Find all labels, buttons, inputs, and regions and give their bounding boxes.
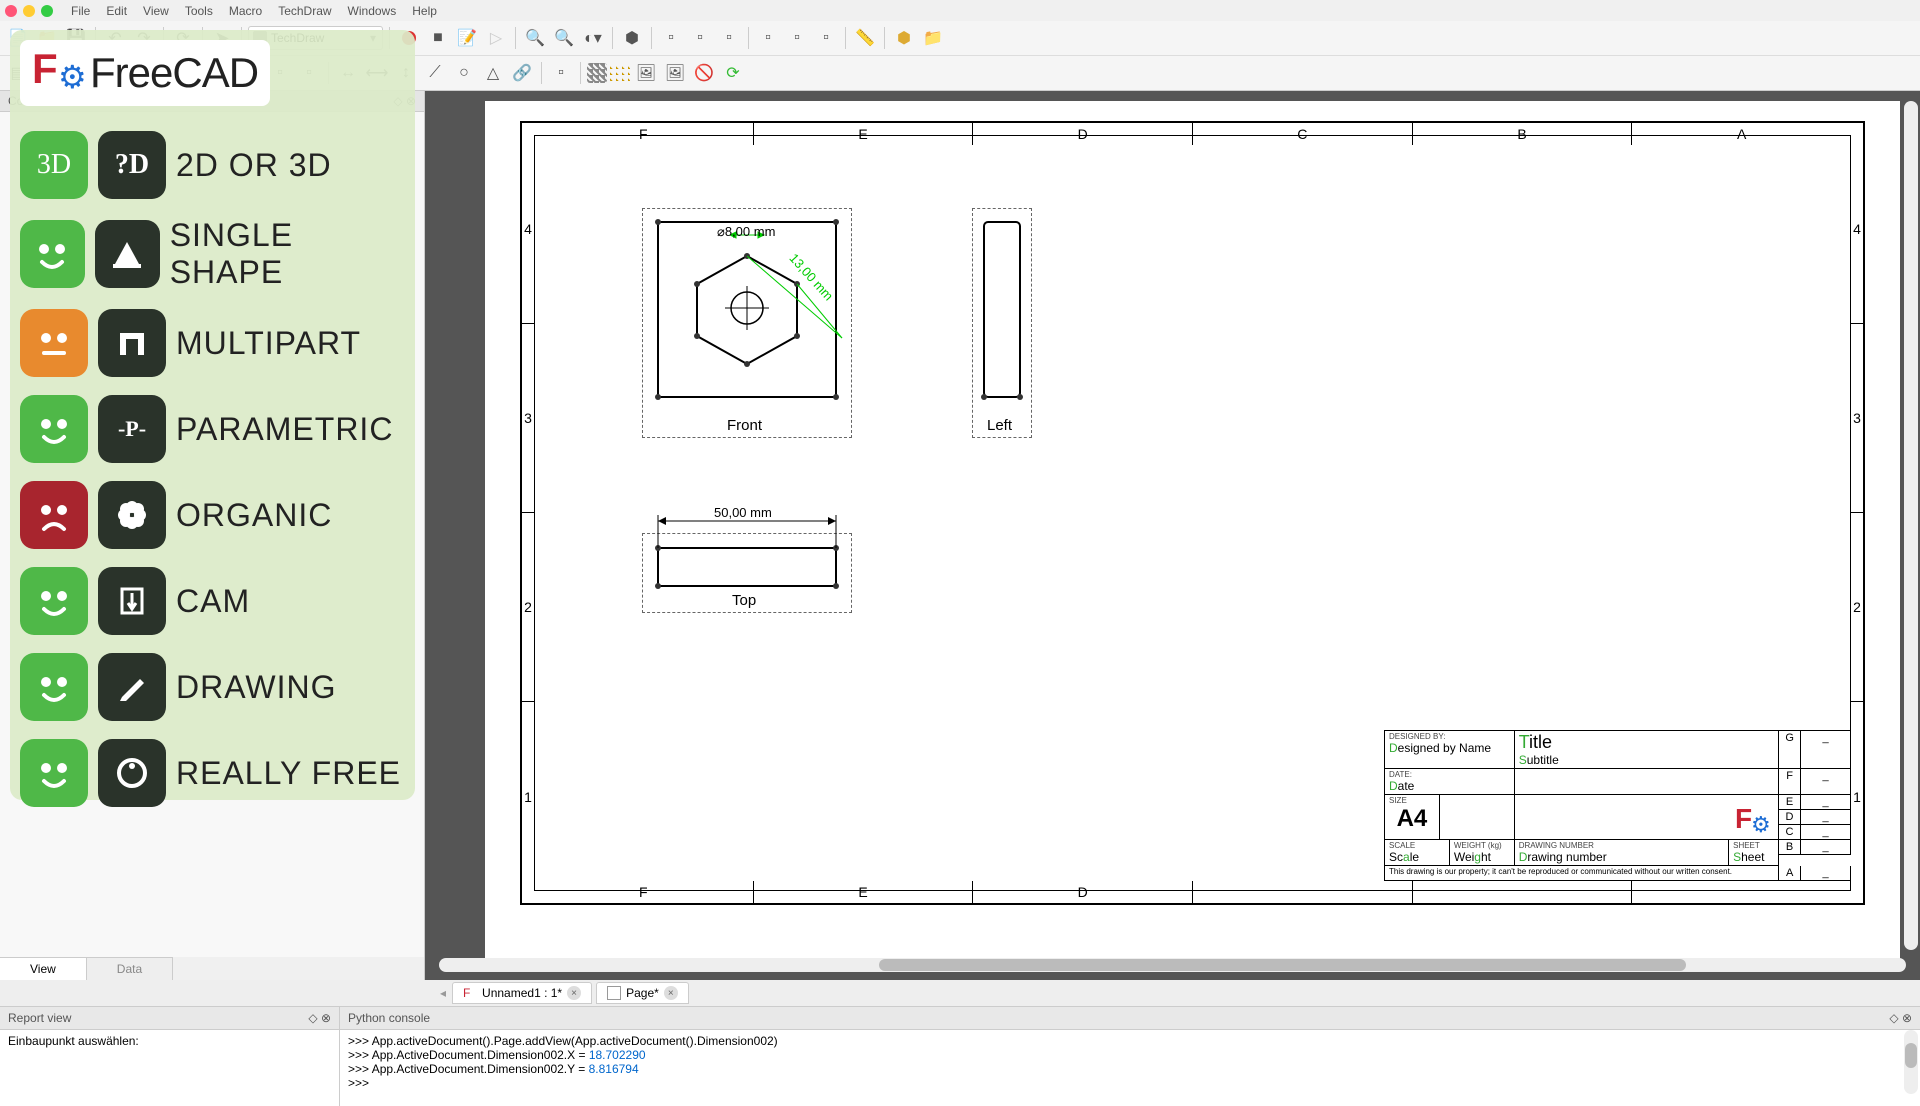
drawing-canvas[interactable]: FEDCBA FED 4321 4321 <box>425 91 1920 980</box>
measure-icon[interactable]: 📏 <box>852 25 878 51</box>
menu-edit[interactable]: Edit <box>98 4 135 18</box>
drawing-sheet: FEDCBA FED 4321 4321 <box>485 101 1900 960</box>
feat-icon <box>98 567 166 635</box>
face-badge: 3D <box>20 131 88 199</box>
zoom-fit-icon[interactable]: 🔍 <box>522 25 548 51</box>
title-block: DESIGNED BY:Designed by Name TitleSubtit… <box>1384 730 1851 881</box>
menu-macro[interactable]: Macro <box>221 4 270 18</box>
feat-icon: -P- <box>98 395 166 463</box>
dim-diameter: ⌀8,00 mm <box>717 224 775 240</box>
window-controls[interactable] <box>5 5 53 17</box>
doc-tab-page[interactable]: Page*× <box>596 982 689 1004</box>
feat-icon <box>98 653 166 721</box>
image-icon[interactable]: 🖼 <box>633 60 659 86</box>
panel-close-icon[interactable]: ◇ ⊗ <box>1889 1011 1912 1025</box>
console-body[interactable]: >>> App.activeDocument().Page.addView(Ap… <box>340 1030 1920 1094</box>
menu-file[interactable]: File <box>63 4 98 18</box>
dim-width: 50,00 mm <box>714 505 772 520</box>
feat-icon <box>98 309 166 377</box>
symbol-icon[interactable]: 🖼 <box>662 60 688 86</box>
feat-icon <box>98 481 166 549</box>
redraw-icon[interactable]: ⟳ <box>720 60 746 86</box>
close-tab-icon[interactable]: × <box>664 986 678 1000</box>
face-badge <box>20 653 88 721</box>
report-view-panel: Report view◇ ⊗ Einbaupunkt auswählen: <box>0 1007 340 1106</box>
face-badge <box>20 395 88 463</box>
view-rear-icon[interactable]: ▫ <box>755 25 781 51</box>
feat-icon-2d3d: ?D <box>98 131 166 199</box>
face-badge <box>20 739 88 807</box>
toggle-frame-icon[interactable]: 🚫 <box>691 60 717 86</box>
console-scrollbar[interactable] <box>1904 1030 1918 1094</box>
horizontal-scrollbar[interactable] <box>439 958 1906 972</box>
feat-label: Parametric <box>176 411 393 448</box>
document-tabs: ◂ FUnnamed1 : 1*× Page*× <box>0 980 1920 1006</box>
view-left[interactable]: Left <box>972 208 1032 438</box>
draw-style-icon[interactable]: ◐▾ <box>580 25 606 51</box>
menu-windows[interactable]: Windows <box>340 4 405 18</box>
vertical-scrollbar[interactable] <box>1904 101 1918 950</box>
group-icon[interactable]: 📁 <box>920 25 946 51</box>
hatch2-icon[interactable] <box>610 63 630 83</box>
face-badge <box>20 220 85 288</box>
svg-text:F: F <box>1735 803 1752 834</box>
maximize-window-icon[interactable] <box>41 5 53 17</box>
macro-stop-icon[interactable]: ■ <box>425 25 451 51</box>
export-page-icon[interactable]: ▫ <box>548 60 574 86</box>
feat-label: Organic <box>176 497 332 534</box>
view-label-front: Front <box>727 417 762 434</box>
view-front-icon[interactable]: ▫ <box>658 25 684 51</box>
tab-view[interactable]: View <box>0 957 87 980</box>
dim-radius-icon[interactable]: ⟋ <box>422 60 448 86</box>
feat-icon <box>98 739 166 807</box>
menu-techdraw[interactable]: TechDraw <box>270 4 339 18</box>
hatch-icon[interactable] <box>587 63 607 83</box>
view-right-icon[interactable]: ▫ <box>716 25 742 51</box>
panel-close-icon[interactable]: ◇ ⊗ <box>308 1011 331 1025</box>
feat-label: CAM <box>176 583 250 620</box>
dim-diameter-icon[interactable]: ○ <box>451 60 477 86</box>
feat-label: Drawing <box>176 669 336 706</box>
freecad-logo: F⚙ FreeCAD <box>20 40 270 106</box>
feat-label: Multipart <box>176 325 361 362</box>
python-console-panel: Python console◇ ⊗ >>> App.activeDocument… <box>340 1007 1920 1106</box>
menu-help[interactable]: Help <box>404 4 445 18</box>
face-badge <box>20 309 88 377</box>
iso-icon[interactable]: ⬢ <box>619 25 645 51</box>
close-window-icon[interactable] <box>5 5 17 17</box>
part-icon[interactable]: ⬢ <box>891 25 917 51</box>
dim-angle-icon[interactable]: △ <box>480 60 506 86</box>
svg-text:⚙: ⚙ <box>1751 812 1771 837</box>
view-left-icon[interactable]: ▫ <box>813 25 839 51</box>
feat-icon <box>95 220 160 288</box>
close-tab-icon[interactable]: × <box>567 986 581 1000</box>
view-front[interactable]: ⌀8,00 mm 13,00 mm Front <box>642 208 852 438</box>
feat-label: 2D OR 3D <box>176 147 332 184</box>
minimize-window-icon[interactable] <box>23 5 35 17</box>
macro-play-icon[interactable]: ▷ <box>483 25 509 51</box>
menubar: File Edit View Tools Macro TechDraw Wind… <box>0 0 1920 21</box>
menu-view[interactable]: View <box>135 4 177 18</box>
report-body[interactable]: Einbaupunkt auswählen: <box>0 1030 339 1053</box>
tab-data[interactable]: Data <box>87 957 173 980</box>
zoom-sel-icon[interactable]: 🔍 <box>551 25 577 51</box>
feat-label: Really Free <box>176 755 401 792</box>
menu-tools[interactable]: Tools <box>177 4 221 18</box>
dim-link-icon[interactable]: 🔗 <box>509 60 535 86</box>
face-badge <box>20 481 88 549</box>
macro-edit-icon[interactable]: 📝 <box>454 25 480 51</box>
view-top[interactable]: 50,00 mm Top <box>642 493 852 613</box>
view-top-icon[interactable]: ▫ <box>687 25 713 51</box>
doc-tab-model[interactable]: FUnnamed1 : 1*× <box>452 982 592 1004</box>
feature-overlay: F⚙ FreeCAD 3D?D 2D OR 3D Single Shape Multi… <box>10 30 415 800</box>
view-label-left: Left <box>987 417 1012 434</box>
view-label-top: Top <box>732 592 756 609</box>
feat-label: Single Shape <box>170 217 405 291</box>
face-badge <box>20 567 88 635</box>
view-bottom-icon[interactable]: ▫ <box>784 25 810 51</box>
